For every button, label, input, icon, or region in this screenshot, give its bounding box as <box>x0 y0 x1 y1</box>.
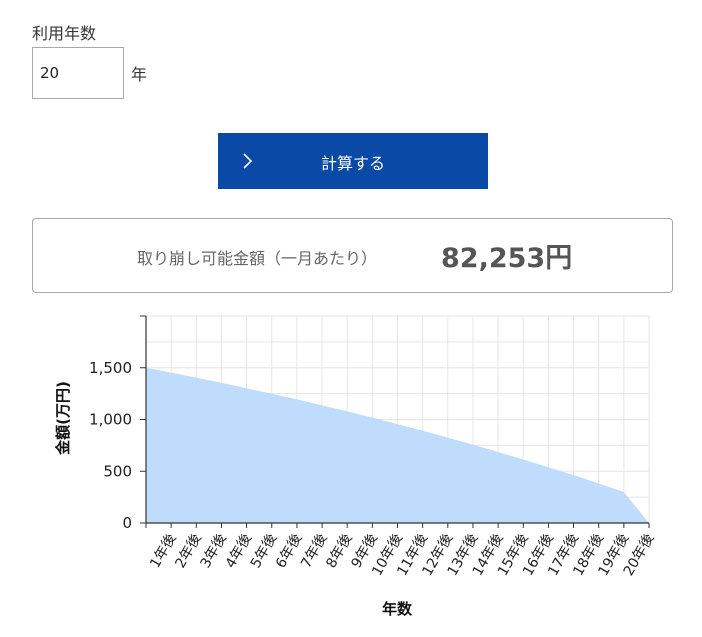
balance-area-chart: 05001,0001,5001年後2年後3年後4年後5年後6年後7年後8年後9年… <box>54 315 657 618</box>
result-label: 取り崩し可能金額（一月あたり） <box>137 249 378 268</box>
calculate-button[interactable]: 計算する <box>218 133 488 189</box>
x-axis-title: 年数 <box>382 600 413 618</box>
y-tick-label: 1,000 <box>89 411 132 429</box>
y-tick-label: 0 <box>122 514 132 532</box>
y-tick-label: 1,500 <box>89 359 132 377</box>
calculate-button-label: 計算する <box>320 154 385 173</box>
y-axis-title: 金額(万円) <box>54 381 72 456</box>
years-label: 利用年数 <box>32 24 97 43</box>
result-value: 82,253円 <box>441 243 573 274</box>
result-panel: 取り崩し可能金額（一月あたり） 82,253円 <box>32 218 673 293</box>
years-input[interactable] <box>32 47 124 99</box>
y-tick-label: 500 <box>103 462 132 480</box>
page: 利用年数 年 計算する 取り崩し可能金額（一月あたり） 82,253円 0 500… <box>0 0 702 637</box>
years-unit-label: 年 <box>131 65 148 84</box>
